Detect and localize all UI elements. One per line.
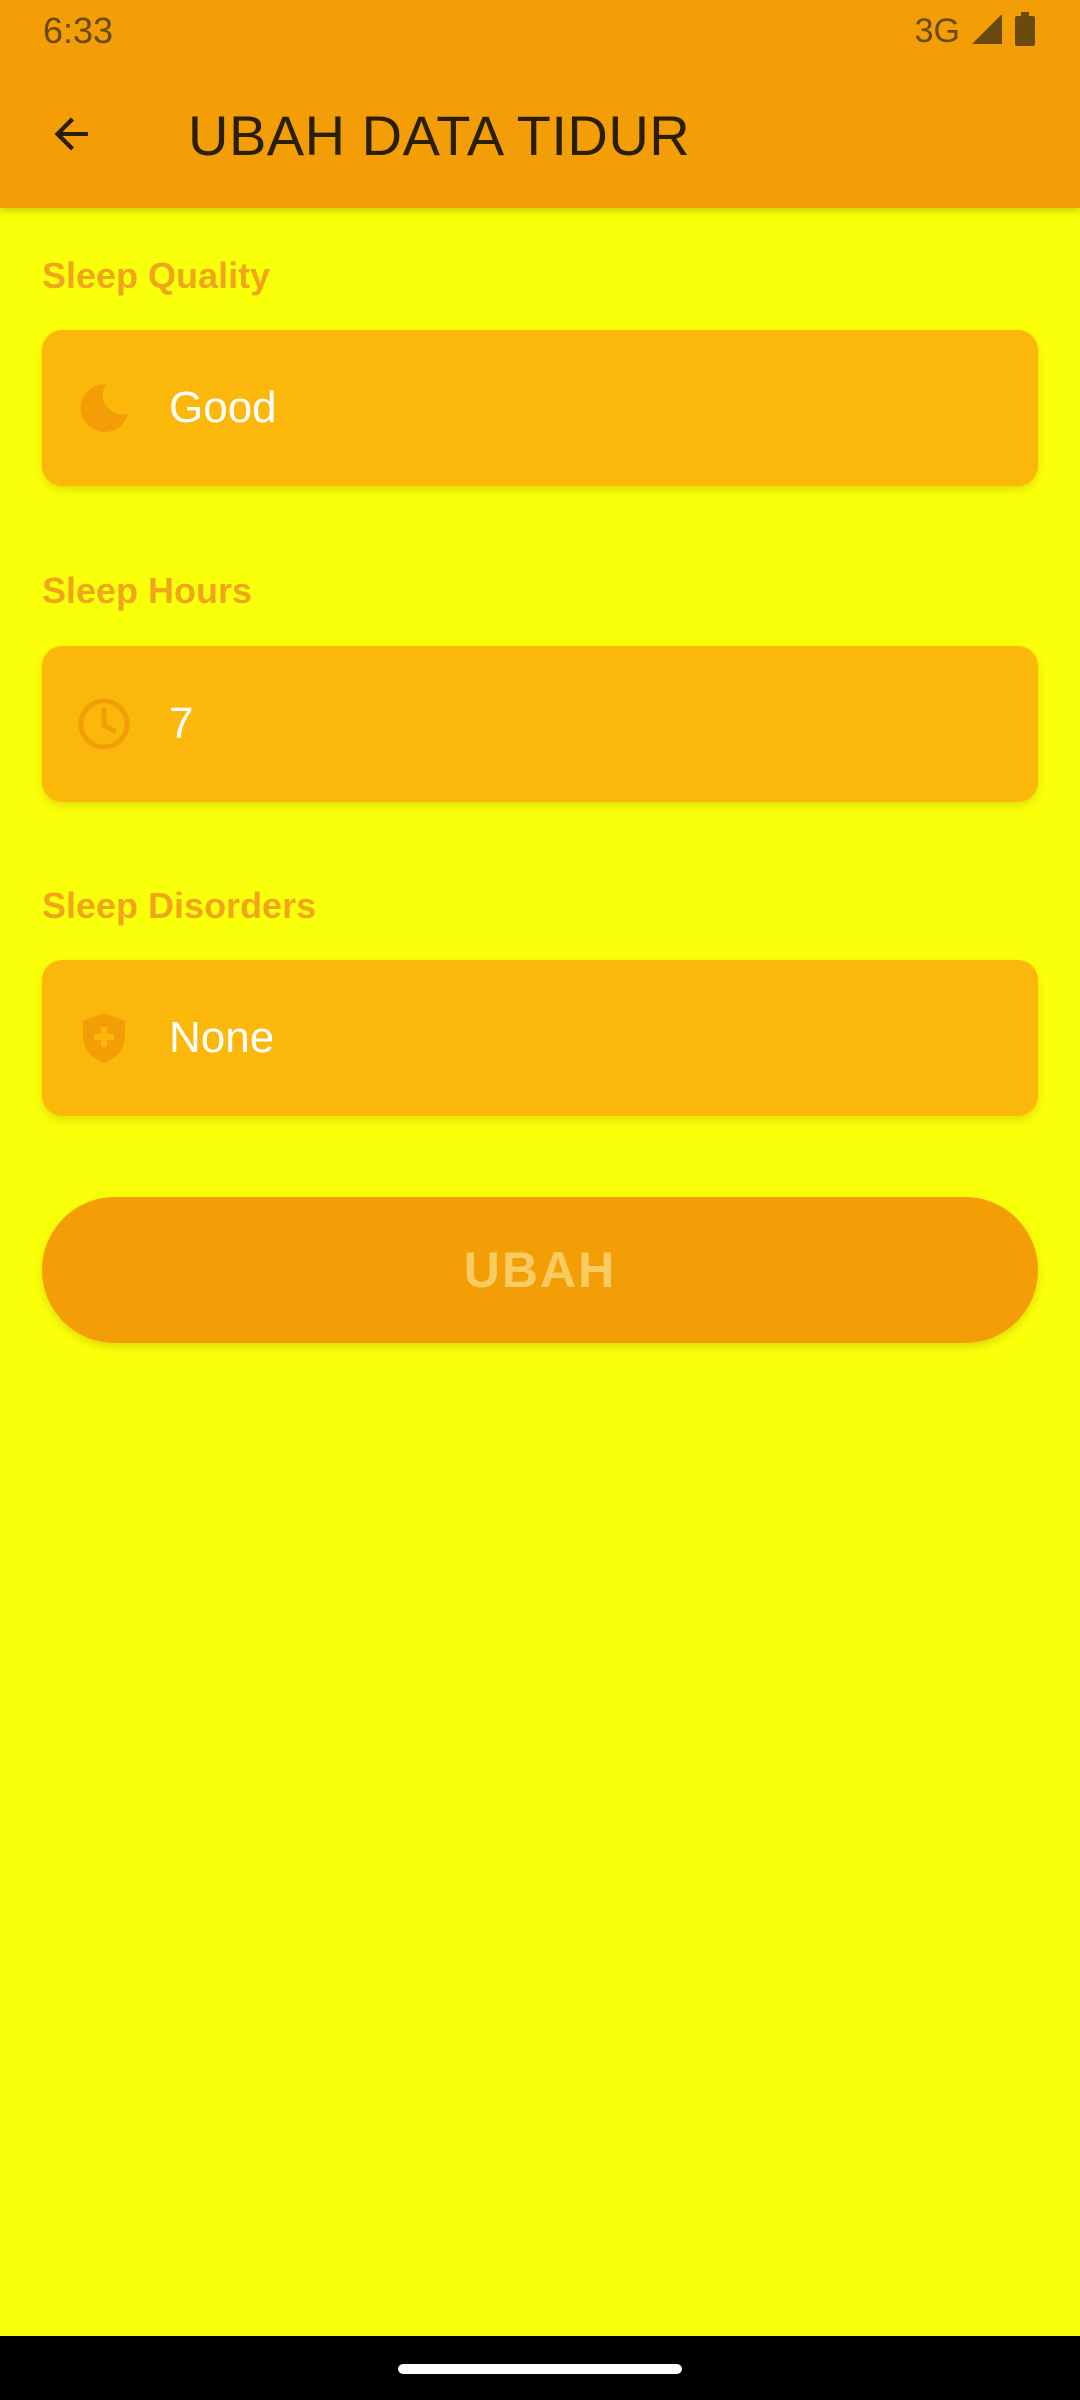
sleep-quality-value: Good bbox=[169, 383, 277, 432]
sleep-quality-label: Sleep Quality bbox=[42, 255, 271, 296]
clock-icon bbox=[76, 696, 132, 752]
sleep-disorders-label: Sleep Disorders bbox=[42, 885, 317, 926]
home-indicator[interactable] bbox=[398, 2364, 682, 2374]
update-button[interactable]: UBAH bbox=[42, 1197, 1038, 1343]
sleep-hours-label: Sleep Hours bbox=[42, 570, 253, 611]
app-bar: UBAH DATA TIDUR bbox=[0, 62, 1080, 208]
sleep-disorders-field[interactable]: None bbox=[42, 960, 1038, 1116]
status-bar: 6:33 3G bbox=[0, 0, 1080, 62]
page-title: UBAH DATA TIDUR bbox=[188, 104, 691, 167]
moon-icon bbox=[76, 380, 132, 436]
back-button[interactable] bbox=[30, 94, 114, 178]
network-type: 3G bbox=[914, 12, 960, 50]
status-time: 6:33 bbox=[43, 10, 114, 51]
sleep-quality-field[interactable]: Good bbox=[42, 330, 1038, 486]
update-button-label: UBAH bbox=[463, 1242, 617, 1298]
signal-icon bbox=[970, 12, 1004, 51]
sleep-disorders-value: None bbox=[169, 1013, 275, 1062]
status-icons: 3G bbox=[915, 8, 1036, 54]
sleep-hours-field[interactable]: 7 bbox=[42, 646, 1038, 802]
arrow-back-icon bbox=[48, 110, 96, 163]
battery-icon bbox=[1014, 11, 1036, 51]
sleep-hours-value: 7 bbox=[169, 699, 194, 748]
medical-shield-icon bbox=[76, 1010, 132, 1066]
system-nav-bar bbox=[0, 2336, 1080, 2400]
